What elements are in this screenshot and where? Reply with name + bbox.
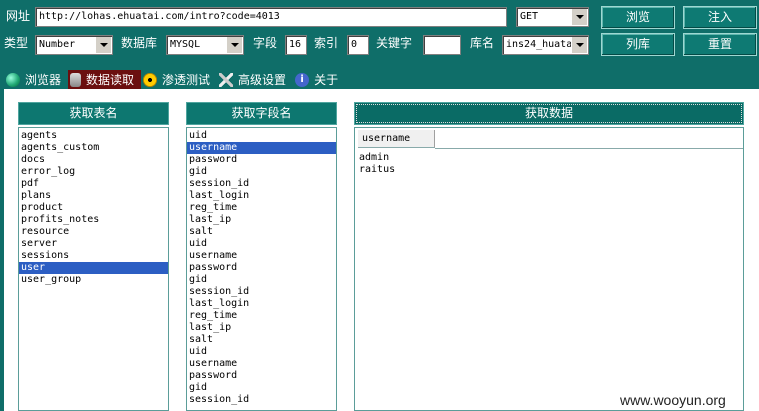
field-item[interactable]: reg_time	[187, 310, 336, 322]
field-item[interactable]: username	[187, 250, 336, 262]
table-item[interactable]: profits_notes	[19, 214, 168, 226]
table-item[interactable]: agents	[19, 130, 168, 142]
tools-icon	[219, 72, 234, 87]
method-value: GET	[520, 11, 539, 22]
field-item[interactable]: reg_time	[187, 202, 336, 214]
grid-body: admin raitus	[359, 152, 395, 176]
field-item[interactable]: password	[187, 262, 336, 274]
field-count-label: 字段	[253, 36, 278, 50]
index-input[interactable]: 0	[347, 35, 369, 55]
field-item[interactable]: password	[187, 154, 336, 166]
data-read-panel: 获取表名 agents agents_custom docs error_log pdf…	[4, 89, 759, 411]
lib-select[interactable]: ins24_huata	[502, 35, 589, 55]
tab-advanced[interactable]: 高级设置	[217, 70, 293, 89]
table-item[interactable]: pdf	[19, 178, 168, 190]
table-item[interactable]: sessions	[19, 250, 168, 262]
field-item[interactable]: username	[187, 142, 336, 154]
globe-icon	[6, 72, 20, 87]
tab-about-label: 关于	[314, 73, 339, 87]
type-value: Number	[39, 39, 76, 50]
field-item[interactable]: gid	[187, 382, 336, 394]
lib-value: ins24_huata	[506, 39, 573, 50]
tab-data-read[interactable]: 数据读取	[68, 70, 142, 89]
keyword-input[interactable]	[423, 35, 461, 55]
table-item[interactable]: resource	[19, 226, 168, 238]
watermark: www.wooyun.org	[620, 392, 726, 408]
field-item[interactable]: gid	[187, 166, 336, 178]
field-item[interactable]: password	[187, 370, 336, 382]
info-icon: i	[295, 72, 310, 87]
type-label: 类型	[4, 36, 29, 50]
lib-label: 库名	[470, 36, 495, 50]
field-item[interactable]: gid	[187, 274, 336, 286]
table-item[interactable]: product	[19, 202, 168, 214]
data-header[interactable]: 获取数据	[354, 102, 744, 125]
grid-header-fill	[435, 130, 743, 149]
tab-about[interactable]: i 关于	[293, 70, 345, 89]
field-item[interactable]: session_id	[187, 286, 336, 298]
tab-pentest-label: 渗透测试	[162, 73, 211, 87]
table-item[interactable]: docs	[19, 154, 168, 166]
table-item[interactable]: user_group	[19, 274, 168, 286]
field-count-input[interactable]: 16	[285, 35, 307, 55]
chevron-down-icon[interactable]	[226, 37, 242, 53]
method-select[interactable]: GET	[516, 7, 589, 27]
data-grid[interactable]: username admin raitus	[354, 127, 744, 411]
url-input[interactable]: http://lohas.ehuatai.com/intro?code=4013	[35, 7, 507, 27]
field-item[interactable]: session_id	[187, 394, 336, 406]
field-item[interactable]: username	[187, 358, 336, 370]
tab-browser[interactable]: 浏览器	[4, 70, 68, 89]
tab-advanced-label: 高级设置	[238, 73, 287, 87]
tab-bar: 浏览器 数据读取 渗透测试 高级设置 i 关于	[4, 70, 345, 89]
fields-header[interactable]: 获取字段名	[186, 102, 337, 125]
chevron-down-icon[interactable]	[571, 9, 587, 25]
tab-data-read-label: 数据读取	[86, 73, 135, 87]
chevron-down-icon[interactable]	[95, 37, 111, 53]
field-item[interactable]: uid	[187, 130, 336, 142]
field-item[interactable]: uid	[187, 346, 336, 358]
field-item[interactable]: last_login	[187, 190, 336, 202]
db-select[interactable]: MYSQL	[166, 35, 244, 55]
field-item[interactable]: last_login	[187, 298, 336, 310]
table-item[interactable]: plans	[19, 190, 168, 202]
db-label: 数据库	[121, 36, 158, 50]
table-item[interactable]: server	[19, 238, 168, 250]
radiation-icon	[143, 72, 158, 87]
chevron-down-icon[interactable]	[571, 37, 587, 53]
field-item[interactable]: salt	[187, 334, 336, 346]
type-select[interactable]: Number	[35, 35, 113, 55]
field-item[interactable]: salt	[187, 226, 336, 238]
field-item[interactable]: uid	[187, 238, 336, 250]
fields-list[interactable]: uid username password gid session_id last_log…	[186, 127, 337, 411]
grid-row[interactable]: raitus	[359, 164, 395, 176]
grid-row[interactable]: admin	[359, 152, 395, 164]
tables-list[interactable]: agents agents_custom docs error_log pdf plans…	[18, 127, 169, 411]
table-item[interactable]: user	[19, 262, 168, 274]
field-item[interactable]: last_ip	[187, 322, 336, 334]
url-label: 网址	[6, 9, 31, 23]
table-item[interactable]: agents_custom	[19, 142, 168, 154]
db-value: MYSQL	[170, 39, 201, 50]
inject-button[interactable]: 注入	[683, 6, 757, 29]
table-item[interactable]: error_log	[19, 166, 168, 178]
field-item[interactable]: last_ip	[187, 214, 336, 226]
list-db-button[interactable]: 列库	[601, 33, 675, 56]
browse-button[interactable]: 浏览	[601, 6, 675, 29]
grid-column-header[interactable]: username	[358, 130, 435, 148]
keyword-label: 关键字	[376, 36, 413, 50]
tab-pentest[interactable]: 渗透测试	[141, 70, 217, 89]
database-icon	[70, 72, 82, 87]
tables-header[interactable]: 获取表名	[18, 102, 169, 125]
tab-browser-label: 浏览器	[25, 73, 62, 87]
field-item[interactable]: session_id	[187, 178, 336, 190]
reset-button[interactable]: 重置	[683, 33, 757, 56]
index-label: 索引	[314, 36, 339, 50]
